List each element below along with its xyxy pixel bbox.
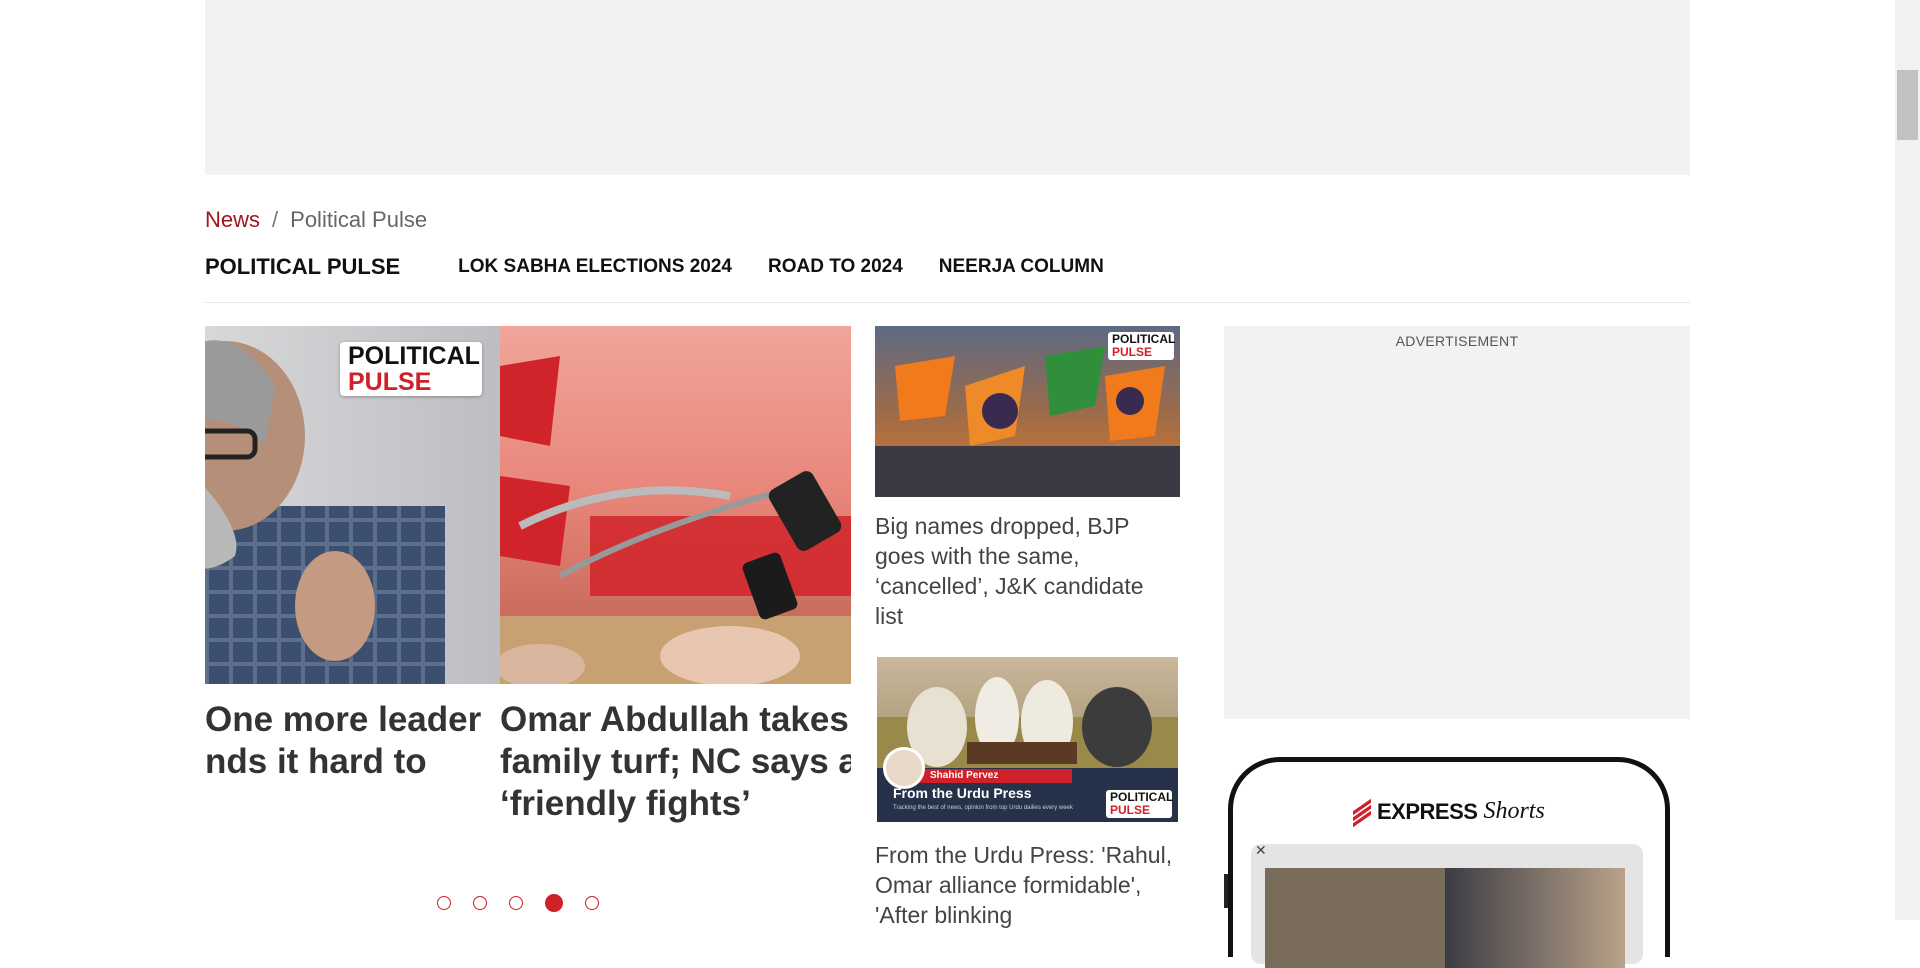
- scrollbar-thumb[interactable]: [1897, 70, 1918, 140]
- carousel-pagination: [437, 894, 599, 912]
- shorts-brand-text: Shorts: [1483, 798, 1545, 824]
- shorts-video-thumbnail[interactable]: [1265, 868, 1625, 968]
- carousel-slide-image-2[interactable]: [500, 326, 851, 684]
- subnav-link-neerja-column[interactable]: NEERJA COLUMN: [939, 256, 1104, 278]
- carousel-dot[interactable]: [437, 896, 451, 910]
- carousel-dot[interactable]: [509, 896, 523, 910]
- shorts-video-card[interactable]: ✕: [1251, 842, 1643, 968]
- carousel-dot[interactable]: [473, 896, 487, 910]
- political-pulse-badge: POLITICAL PULSE: [340, 342, 482, 396]
- section-brand-link[interactable]: POLITICAL PULSE: [205, 254, 400, 280]
- subnav-divider: [205, 302, 1690, 303]
- story-thumbnail-1[interactable]: POLITICAL PULSE: [875, 326, 1180, 497]
- close-icon[interactable]: ✕: [1255, 842, 1267, 859]
- slide-title-line: Omar Abdullah takes t: [500, 700, 851, 739]
- carousel-dot-active[interactable]: [545, 894, 563, 912]
- badge-line2: PULSE: [1112, 345, 1153, 359]
- avatar: [883, 747, 925, 789]
- story-title-1[interactable]: Big names dropped, BJP goes with the sam…: [875, 511, 1175, 631]
- microphone-photo-icon: [500, 356, 851, 684]
- political-pulse-badge-small: POLITICAL PULSE: [1108, 332, 1175, 360]
- sidebar-ad-slot: ADVERTISEMENT: [1224, 326, 1690, 719]
- carousel-slide-title-1[interactable]: One more leader nds it hard to: [205, 699, 481, 783]
- political-pulse-badge-small: POLITICAL PULSE: [1106, 790, 1173, 818]
- columnist-name: Shahid Pervez: [912, 769, 1072, 783]
- carousel-slide-image[interactable]: POLITICAL PULSE: [205, 326, 500, 684]
- section-subnav: POLITICAL PULSE LOK SABHA ELECTIONS 2024…: [205, 252, 1140, 282]
- subnav-link-road-to-2024[interactable]: ROAD TO 2024: [768, 256, 903, 278]
- top-ad-banner: [205, 0, 1690, 175]
- breadcrumb-home-link[interactable]: News: [205, 207, 260, 232]
- breadcrumb: News / Political Pulse: [205, 207, 427, 233]
- advertisement-label: ADVERTISEMENT: [1395, 333, 1519, 349]
- meeting-photo-icon: [877, 677, 1178, 769]
- urdu-press-title: From the Urdu Press: [893, 785, 1032, 801]
- breadcrumb-current[interactable]: Political Pulse: [290, 207, 427, 232]
- express-logo-icon: [1353, 798, 1371, 827]
- slide-title-line: nds it hard to: [205, 742, 427, 781]
- express-shorts-logo[interactable]: EXPRESS Shorts: [1353, 798, 1545, 827]
- badge-line2: PULSE: [348, 368, 432, 396]
- express-shorts-widget: EXPRESS Shorts ✕: [1228, 757, 1670, 968]
- carousel-dot[interactable]: [585, 896, 599, 910]
- breadcrumb-separator: /: [272, 207, 279, 232]
- slide-title-line: One more leader: [205, 700, 482, 739]
- story-carousel: POLITICAL PULSE One more leader nds it h…: [205, 326, 851, 926]
- badge-line1: POLITICAL: [348, 342, 480, 370]
- story-title-2[interactable]: From the Urdu Press: 'Rahul, Omar allian…: [875, 840, 1175, 930]
- subnav-link-lok-sabha[interactable]: LOK SABHA ELECTIONS 2024: [458, 256, 732, 278]
- slide-title-line: family turf; NC says al: [500, 742, 851, 781]
- badge-line2: PULSE: [1110, 803, 1151, 817]
- carousel-slide-title-2[interactable]: Omar Abdullah takes t family turf; NC sa…: [500, 699, 851, 825]
- story-thumbnail-2[interactable]: Shahid Pervez From the Urdu Press Tracki…: [877, 657, 1178, 822]
- urdu-press-subtitle: Tracking the best of news, opinion from …: [893, 805, 1073, 811]
- slide-title-line: ‘friendly fights’: [500, 784, 751, 823]
- express-brand-text: EXPRESS: [1377, 798, 1478, 824]
